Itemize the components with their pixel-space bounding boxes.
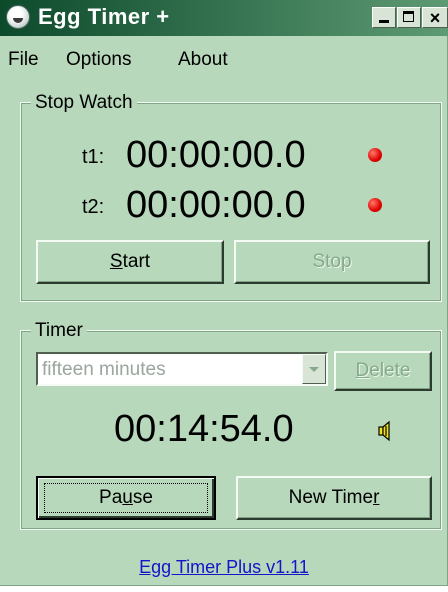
- dropdown-arrow-icon[interactable]: [302, 354, 326, 384]
- maximize-button[interactable]: [397, 7, 421, 28]
- delete-mnemonic: D: [355, 360, 370, 381]
- menu-options[interactable]: Options: [66, 49, 131, 71]
- maximize-icon: [398, 8, 420, 27]
- menu-about[interactable]: About: [178, 49, 228, 71]
- pause-button[interactable]: Pause: [36, 476, 216, 520]
- close-icon: ×: [429, 8, 441, 28]
- new-timer-button[interactable]: New Timer: [236, 476, 432, 520]
- minimize-button[interactable]: [372, 7, 396, 28]
- pause-focus-ring: [44, 483, 208, 513]
- window-title: Egg Timer +: [38, 4, 170, 29]
- version-link[interactable]: Egg Timer Plus v1.11: [0, 557, 448, 578]
- start-label-rest: tart: [122, 251, 151, 272]
- menu-file[interactable]: File: [8, 49, 39, 71]
- t2-indicator-icon: [368, 198, 382, 212]
- start-mnemonic: S: [109, 251, 123, 272]
- egg-timer-window: Egg Timer + × File Options About Stop Wa…: [0, 0, 448, 586]
- egg-app-icon[interactable]: [6, 5, 30, 29]
- t2-label: t2:: [82, 196, 105, 218]
- minimize-icon: [373, 8, 395, 27]
- menu-bar: File Options About: [0, 44, 448, 74]
- close-button[interactable]: ×: [422, 7, 448, 28]
- new-timer-mnemonic: r: [373, 487, 380, 508]
- delete-label-rest: elete: [369, 360, 411, 381]
- start-button[interactable]: Start: [36, 240, 224, 284]
- speaker-icon[interactable]: [374, 420, 396, 442]
- title-bar[interactable]: Egg Timer + ×: [0, 0, 448, 36]
- timer-preset-value: fifteen minutes: [42, 359, 166, 380]
- timer-countdown: 00:14:54.0: [114, 408, 294, 450]
- t1-label: t1:: [82, 146, 105, 168]
- new-timer-label-before: New Time: [288, 487, 374, 508]
- timer-group-label: Timer: [31, 320, 87, 342]
- t2-time: 00:00:00.0: [126, 184, 306, 226]
- t1-time: 00:00:00.0: [126, 134, 306, 176]
- t1-indicator-icon: [368, 148, 382, 162]
- stopwatch-group-label: Stop Watch: [31, 92, 137, 114]
- delete-button[interactable]: Delete: [334, 351, 432, 391]
- stop-button[interactable]: Stop: [234, 240, 430, 284]
- stop-label: Stop: [312, 251, 352, 272]
- timer-preset-select[interactable]: fifteen minutes: [36, 352, 328, 386]
